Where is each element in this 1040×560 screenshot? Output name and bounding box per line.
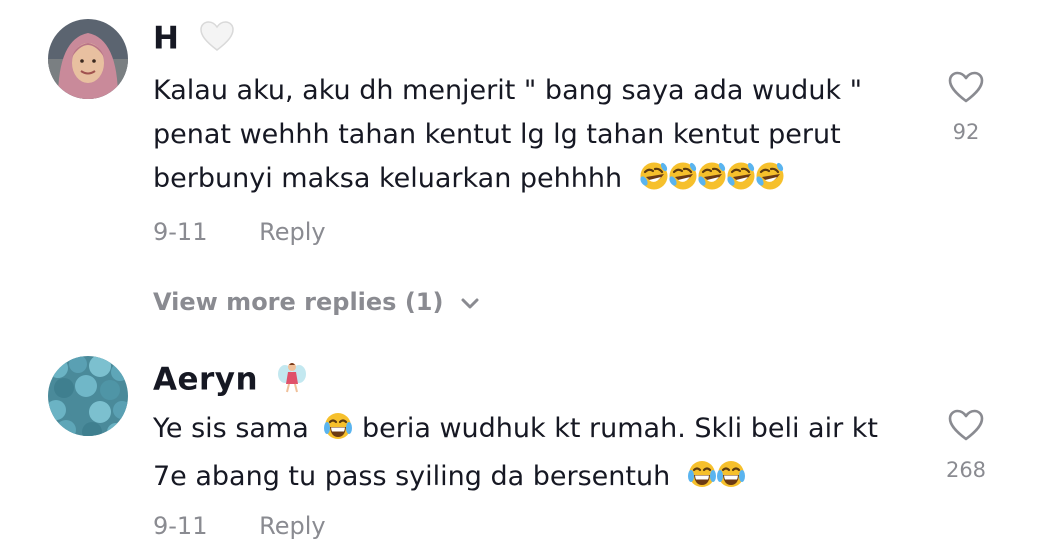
avatar[interactable] bbox=[48, 19, 128, 99]
heart-outline-icon[interactable] bbox=[930, 70, 1002, 108]
chevron-down-icon[interactable] bbox=[460, 289, 480, 317]
username-text[interactable]: H bbox=[153, 21, 179, 57]
comment-line: Ye sis sama beria wudhuk kt rumah. Skli … bbox=[153, 407, 913, 455]
comment-meta: 9-11 Reply bbox=[153, 218, 326, 246]
reply-button[interactable]: Reply bbox=[259, 218, 325, 246]
comment-text: Ye sis sama beria wudhuk kt rumah. Skli … bbox=[153, 407, 913, 503]
like-area: 268 bbox=[930, 408, 1002, 482]
avatar[interactable] bbox=[48, 356, 128, 436]
rolling-on-floor-laughing-icon bbox=[695, 160, 728, 205]
white-heart-icon bbox=[199, 20, 235, 60]
comment-line-text: berbunyi maksa keluarkan pehhhh bbox=[153, 163, 623, 194]
like-count: 92 bbox=[952, 120, 980, 144]
comment-line: 7e abang tu pass syiling da bersentuh bbox=[153, 455, 913, 503]
rolling-on-floor-laughing-icon bbox=[753, 160, 786, 205]
comment-line: penat wehhh tahan kentut lg lg tahan ken… bbox=[153, 119, 841, 150]
comment-meta: 9-11 Reply bbox=[153, 512, 326, 540]
comment-text: Kalau aku, aku dh menjerit " bang saya a… bbox=[153, 69, 913, 205]
rolling-on-floor-laughing-icon bbox=[666, 160, 699, 205]
comment-line-text: 7e abang tu pass syiling da bersentuh bbox=[153, 461, 671, 492]
like-count: 268 bbox=[945, 458, 987, 482]
face-with-tears-of-joy-icon bbox=[686, 459, 717, 503]
heart-outline-icon[interactable] bbox=[930, 408, 1002, 446]
rolling-on-floor-laughing-icon bbox=[637, 160, 670, 205]
rolling-on-floor-laughing-icon bbox=[724, 160, 757, 205]
like-area: 92 bbox=[930, 70, 1002, 144]
fairy-icon bbox=[277, 360, 307, 402]
view-more-replies-button[interactable]: View more replies (1) bbox=[153, 288, 480, 317]
comment-line: Kalau aku, aku dh menjerit " bang saya a… bbox=[153, 75, 863, 106]
username[interactable]: H bbox=[153, 20, 235, 60]
comment-date: 9-11 bbox=[153, 512, 208, 540]
reply-button[interactable]: Reply bbox=[259, 512, 325, 540]
comment-line-text: Ye sis sama bbox=[153, 413, 309, 444]
comment-date: 9-11 bbox=[153, 218, 208, 246]
face-with-tears-of-joy-icon bbox=[715, 459, 746, 503]
comment-line: berbunyi maksa keluarkan pehhhh bbox=[153, 157, 913, 205]
username-text[interactable]: Aeryn bbox=[153, 362, 258, 398]
comment-line-text: beria wudhuk kt rumah. Skli beli air kt bbox=[361, 413, 879, 444]
view-more-replies-label[interactable]: View more replies (1) bbox=[153, 288, 443, 316]
username[interactable]: Aeryn bbox=[153, 360, 307, 402]
face-with-tears-of-joy-icon bbox=[323, 411, 354, 455]
